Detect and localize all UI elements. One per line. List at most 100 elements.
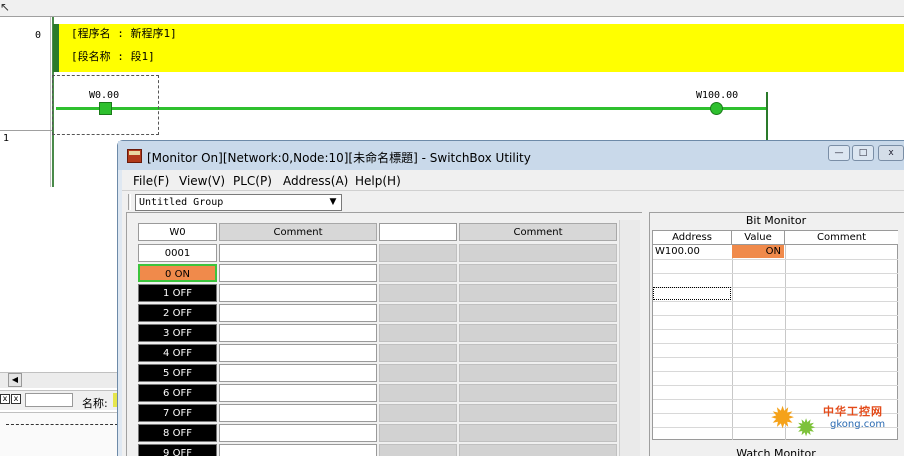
close-icon[interactable]: x	[11, 394, 21, 404]
bit-0-cell[interactable]: 0 ON	[138, 264, 217, 282]
rung-comment-band[interactable]: [程序名 : 新程序1] [段名称 : 段1]	[53, 24, 904, 72]
word-hex-value[interactable]: 0001	[138, 244, 217, 262]
empty-cell	[379, 424, 457, 442]
empty-cell	[459, 344, 617, 362]
empty-cell	[459, 404, 617, 422]
grid-line	[653, 273, 898, 274]
desktop: ↖ 0 1 [程序名 : 新程序1] [段名称 : 段1] W0.00 W100…	[0, 0, 904, 456]
grid-line	[653, 315, 898, 316]
empty-cell	[379, 284, 457, 302]
menu-plc[interactable]: PLC(P)	[233, 174, 272, 188]
rung-number-1: 1	[3, 133, 10, 144]
bit-monitor-row-value[interactable]: ON	[732, 245, 784, 258]
bit-comment-cell[interactable]	[219, 284, 377, 302]
close-icon[interactable]: x	[0, 394, 10, 404]
bit-monitor-value-header[interactable]: Value	[732, 231, 785, 245]
bit-1-cell[interactable]: 1 OFF	[138, 284, 217, 302]
grid-line	[653, 385, 898, 386]
bit-9-cell[interactable]: 9 OFF	[138, 444, 217, 456]
dashed-divider	[6, 424, 118, 425]
group-select-value: Untitled Group	[139, 197, 224, 208]
close-button[interactable]: x	[878, 145, 904, 161]
bit-monitor-address-header[interactable]: Address	[653, 231, 732, 245]
section-name-line: [段名称 : 段1]	[71, 50, 155, 63]
comment-cell[interactable]	[219, 244, 377, 262]
empty-cell	[459, 364, 617, 382]
watch-monitor-title: Watch Monitor	[736, 447, 816, 456]
window-title: [Monitor On][Network:0,Node:10][未命名標題] -…	[147, 151, 531, 165]
minimize-button[interactable]: —	[828, 145, 850, 161]
output-strip	[0, 412, 122, 456]
grid-line	[653, 301, 898, 302]
bit-monitor-comment-header[interactable]: Comment	[785, 231, 898, 245]
chevron-down-icon[interactable]: ▼	[325, 195, 341, 210]
empty-cell	[459, 264, 617, 282]
bit-comment-cell[interactable]	[219, 384, 377, 402]
grid-line	[653, 259, 898, 260]
empty-cell	[379, 304, 457, 322]
bit-comment-cell[interactable]	[219, 444, 377, 456]
editor-top-bar	[0, 0, 904, 17]
bit-6-cell[interactable]: 6 OFF	[138, 384, 217, 402]
empty-cell	[459, 304, 617, 322]
bit-2-cell[interactable]: 2 OFF	[138, 304, 217, 322]
selected-cell[interactable]	[653, 287, 731, 300]
gear-icon: ✹	[796, 414, 817, 442]
scroll-left-arrow-icon[interactable]: ◀	[8, 373, 22, 387]
empty-cell	[459, 244, 617, 262]
comment-header-2[interactable]: Comment	[459, 223, 617, 241]
bit-comment-cell[interactable]	[219, 424, 377, 442]
bit-5-cell[interactable]: 5 OFF	[138, 364, 217, 382]
coil-address: W100.00	[696, 90, 739, 101]
menu-address[interactable]: Address(A)	[283, 174, 348, 188]
empty-cell	[459, 284, 617, 302]
bit-comment-cell[interactable]	[219, 264, 377, 282]
grid-vertical-scrollbar[interactable]	[619, 220, 640, 456]
bit-4-cell[interactable]: 4 OFF	[138, 344, 217, 362]
program-name-line: [程序名 : 新程序1]	[71, 27, 177, 40]
bit-monitor-title: Bit Monitor	[745, 214, 807, 227]
grid-line	[653, 329, 898, 330]
empty-cell	[379, 344, 457, 362]
menu-view[interactable]: View(V)	[179, 174, 225, 188]
contact-icon[interactable]	[99, 102, 112, 115]
menu-help[interactable]: Help(H)	[355, 174, 401, 188]
rung-number-0: 0	[35, 30, 42, 41]
bit-monitor-row-address[interactable]: W100.00	[655, 246, 700, 257]
bit-7-cell[interactable]: 7 OFF	[138, 404, 217, 422]
grid-line	[653, 399, 898, 400]
bit-comment-cell[interactable]	[219, 344, 377, 362]
bit-comment-cell[interactable]	[219, 364, 377, 382]
empty-cell	[379, 244, 457, 262]
coil-icon[interactable]	[710, 102, 723, 115]
rung-separator	[0, 130, 53, 131]
app-icon-detail	[129, 151, 140, 155]
name-label: 名称:	[82, 397, 108, 410]
empty-cell	[379, 384, 457, 402]
empty-cell	[459, 384, 617, 402]
empty-cell	[379, 364, 457, 382]
grid-line	[653, 343, 898, 344]
second-word-header[interactable]	[379, 223, 457, 241]
bit-comment-cell[interactable]	[219, 324, 377, 342]
comment-header[interactable]: Comment	[219, 223, 377, 241]
mouse-cursor-icon: ↖	[0, 0, 11, 14]
empty-cell	[379, 404, 457, 422]
bit-comment-cell[interactable]	[219, 304, 377, 322]
rung-gutter	[0, 17, 51, 187]
empty-cell	[379, 264, 457, 282]
grid-line	[653, 371, 898, 372]
energized-rung-wire	[56, 107, 768, 110]
word-header[interactable]: W0	[138, 223, 217, 241]
toolbar-grip[interactable]	[128, 194, 131, 210]
name-field-left[interactable]	[25, 393, 73, 407]
bit-3-cell[interactable]: 3 OFF	[138, 324, 217, 342]
contact-address: W0.00	[89, 90, 120, 101]
menu-file[interactable]: File(F)	[133, 174, 169, 188]
watermark-text: 中华工控网	[823, 405, 883, 418]
empty-cell	[459, 324, 617, 342]
empty-cell	[379, 444, 457, 456]
bit-comment-cell[interactable]	[219, 404, 377, 422]
bit-8-cell[interactable]: 8 OFF	[138, 424, 217, 442]
maximize-button[interactable]: □	[852, 145, 874, 161]
